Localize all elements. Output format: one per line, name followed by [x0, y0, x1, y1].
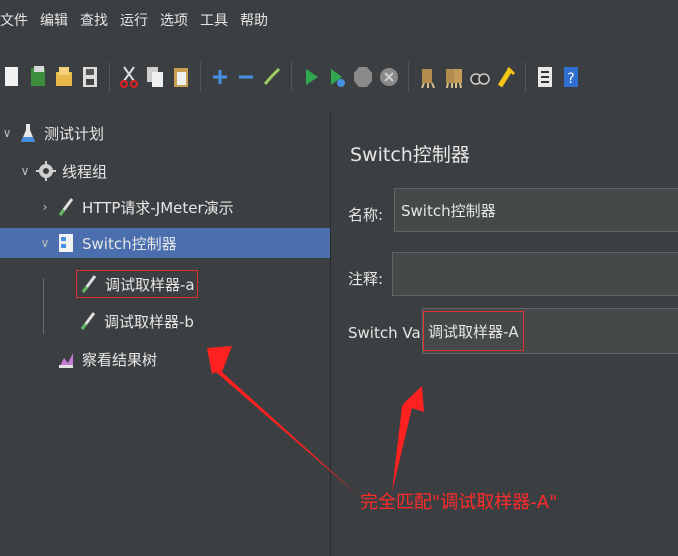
clear-icon[interactable] [418, 64, 438, 90]
start-icon[interactable] [301, 64, 321, 90]
controller-icon [56, 232, 76, 254]
menu-tools[interactable]: 工具 [194, 0, 234, 42]
start-no-pause-icon[interactable] [327, 64, 347, 90]
pipette-icon [79, 273, 99, 295]
chevron-right-icon[interactable]: › [38, 200, 52, 214]
menu-bar: 文件 编辑 查找 运行 选项 工具 帮助 [0, 0, 678, 42]
name-value: Switch控制器 [401, 201, 496, 220]
toolbar-separator [200, 62, 201, 92]
comment-field[interactable] [392, 252, 678, 296]
chevron-down-icon[interactable]: ∨ [38, 236, 52, 250]
templates-icon[interactable] [28, 64, 48, 90]
toggle-icon[interactable] [262, 64, 282, 90]
search-icon[interactable] [470, 64, 490, 90]
switch-value: 调试取样器-A [428, 322, 519, 341]
chevron-down-icon[interactable]: ∨ [0, 126, 14, 140]
tree-node-result-tree[interactable]: 察看结果树 [52, 344, 157, 374]
annotation-text: 完全匹配"调试取样器-A" [360, 492, 558, 513]
tree-label-sampler-b: 调试取样器-b [104, 312, 194, 331]
svg-text:?: ? [567, 71, 574, 87]
new-icon[interactable] [2, 64, 22, 90]
shutdown-icon[interactable] [379, 64, 399, 90]
split-divider[interactable] [330, 112, 338, 556]
cut-icon[interactable] [119, 64, 139, 90]
chevron-down-icon[interactable]: ∨ [18, 164, 32, 178]
switch-value-field[interactable]: 调试取样器-A [422, 308, 678, 354]
toolbar-separator [291, 62, 292, 92]
stop-icon[interactable] [353, 64, 373, 90]
tree-label-sampler-a: 调试取样器-a [105, 275, 195, 294]
clear-all-icon[interactable] [444, 64, 464, 90]
menu-options[interactable]: 选项 [154, 0, 194, 42]
tree-label-switch-controller: Switch控制器 [82, 234, 177, 253]
menu-search[interactable]: 查找 [74, 0, 114, 42]
expand-icon[interactable] [210, 64, 230, 90]
comment-label: 注释: [348, 270, 384, 288]
switch-value-highlight: 调试取样器-A [423, 311, 524, 351]
highlight-box: 调试取样器-a [76, 270, 198, 298]
menu-run[interactable]: 运行 [114, 0, 154, 42]
tree-node-test-plan[interactable]: ∨ 测试计划 [0, 118, 330, 148]
tree-node-sampler-a[interactable]: 调试取样器-a [76, 269, 198, 299]
toolbar-separator [525, 62, 526, 92]
function-helper-icon[interactable] [535, 64, 555, 90]
gear-icon [36, 160, 56, 182]
tree-node-thread-group[interactable]: ∨ 线程组 [18, 156, 330, 186]
tree-label-test-plan: 测试计划 [44, 124, 105, 143]
toolbar-separator [109, 62, 110, 92]
tree-label-http-request: HTTP请求-JMeter演示 [82, 198, 234, 217]
reset-search-icon[interactable] [496, 64, 516, 90]
tree-panel: ∨ 测试计划 ∨ 线程组 › HTTP请求-JMeter演示 ∨ Switch控… [0, 112, 330, 556]
collapse-icon[interactable] [236, 64, 256, 90]
tree-node-sampler-b[interactable]: 调试取样器-b [74, 306, 194, 336]
save-icon[interactable] [80, 64, 100, 90]
menu-edit[interactable]: 编辑 [34, 0, 74, 42]
name-field[interactable]: Switch控制器 [394, 188, 678, 232]
menu-file[interactable]: 文件 [0, 0, 34, 42]
help-icon[interactable]: ? [561, 64, 581, 90]
paste-icon[interactable] [171, 64, 191, 90]
flask-icon [18, 122, 38, 144]
tree-label-thread-group: 线程组 [62, 162, 108, 181]
open-icon[interactable] [54, 64, 74, 90]
tree-node-http-request[interactable]: › HTTP请求-JMeter演示 [38, 192, 330, 222]
pipette-icon [56, 196, 76, 218]
pipette-icon [78, 310, 98, 332]
menu-help[interactable]: 帮助 [234, 0, 274, 42]
chart-icon [56, 348, 76, 370]
panel-title: Switch控制器 [350, 144, 470, 166]
tree-guide-line [43, 278, 44, 334]
toolbar-separator [408, 62, 409, 92]
toolbar: ? [0, 44, 678, 110]
name-label: 名称: [348, 206, 384, 224]
tree-node-switch-controller[interactable]: ∨ Switch控制器 [0, 228, 330, 258]
tree-label-result-tree: 察看结果树 [82, 350, 158, 369]
copy-icon[interactable] [145, 64, 165, 90]
